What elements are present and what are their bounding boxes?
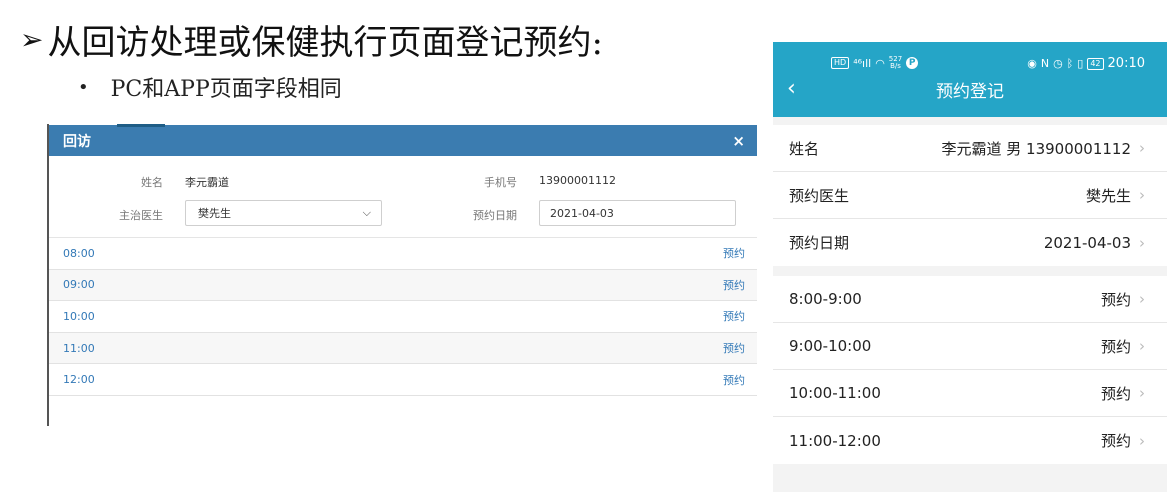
time-slot-row: 12:00 预约 (49, 364, 757, 396)
doctor-label: 主治医生 (119, 209, 163, 222)
signal-icon: ⁴⁶ıll (853, 56, 872, 70)
item-value: 樊先生 (1085, 186, 1131, 205)
doctor-select-value: 樊先生 (198, 207, 231, 220)
mobile-app-screen: HD ⁴⁶ıll ◠ 527 B/s P ◉ N ◷ ᛒ ▯ 42 20:10 … (773, 42, 1167, 492)
vibrate-icon: ▯ (1077, 57, 1084, 70)
alarm-icon: ◷ (1053, 57, 1063, 70)
wifi-icon: ◠ (875, 56, 885, 70)
list-item[interactable]: 9:00-10:00 预约 › (773, 323, 1167, 370)
close-icon[interactable]: × (732, 132, 745, 150)
back-icon[interactable]: ‹ (787, 76, 796, 101)
book-link[interactable]: 预约 (723, 308, 745, 324)
chevron-right-icon: › (1139, 186, 1145, 204)
slot-time: 8:00-9:00 (789, 290, 862, 308)
battery-icon: 42 (1087, 57, 1104, 70)
nav-bar: ‹ 预约登记 (773, 74, 1167, 104)
time-slot-row: 08:00 预约 (49, 238, 757, 270)
bullet-dot-icon: • (78, 76, 89, 98)
slot-time: 10:00 (63, 309, 95, 323)
appointment-form: 姓名 李元霸道 手机号 13900001112 主治医生 樊先生 ⌵ 预约日期 … (49, 156, 757, 238)
app-header: HD ⁴⁶ıll ◠ 527 B/s P ◉ N ◷ ᛒ ▯ 42 20:10 … (773, 42, 1167, 117)
chevron-right-icon: › (1139, 431, 1145, 450)
nav-title: 预约登记 (936, 81, 1004, 102)
book-label: 预约 (1100, 290, 1131, 309)
chevron-right-icon: › (1139, 290, 1145, 308)
slot-time: 12:00 (63, 373, 95, 387)
slot-time: 11:00-12:00 (789, 431, 881, 450)
slot-time: 10:00-11:00 (789, 384, 881, 402)
chevron-right-icon: › (1139, 384, 1145, 402)
book-link[interactable]: 预约 (723, 245, 745, 261)
appointment-info-group: 姓名 李元霸道 男 13900001112 › 预约医生 樊先生 › 预约日期 20… (773, 125, 1167, 266)
time-slot-row: 09:00 预约 (49, 269, 757, 302)
chevron-down-icon: ⌵ (362, 206, 371, 219)
chevron-right-icon: › (1139, 233, 1145, 252)
chevron-right-icon: › (1139, 337, 1145, 355)
slot-time: 9:00-10:00 (789, 337, 872, 355)
date-label: 预约日期 (473, 209, 517, 222)
pc-callback-dialog: 回访 × 姓名 李元霸道 手机号 13900001112 主治医生 樊先生 ⌵ … (47, 124, 757, 426)
time-slot-list: 08:00 预约 09:00 预约 10:00 预约 11:00 预约 12:0… (49, 238, 757, 396)
book-label: 预约 (1100, 432, 1131, 450)
book-link[interactable]: 预约 (723, 340, 745, 356)
chevron-right-icon: › (1139, 139, 1145, 157)
book-link[interactable]: 预约 (723, 372, 745, 388)
item-label: 姓名 (789, 139, 820, 158)
phone-label: 手机号 (484, 176, 517, 189)
time-slot-group: 8:00-9:00 预约 › 9:00-10:00 预约 › 10:00-11:00… (773, 276, 1167, 464)
time-slot-row: 11:00 预约 (49, 332, 757, 365)
list-item-name[interactable]: 姓名 李元霸道 男 13900001112 › (773, 125, 1167, 172)
network-speed: 527 B/s (888, 55, 903, 70)
book-label: 预约 (1100, 384, 1131, 403)
name-value: 李元霸道 (185, 176, 229, 189)
slot-time: 09:00 (63, 278, 95, 292)
date-field[interactable]: 2021-04-03 (539, 200, 736, 226)
list-item[interactable]: 8:00-9:00 预约 › (773, 276, 1167, 323)
list-item[interactable]: 10:00-11:00 预约 › (773, 370, 1167, 417)
item-value: 2021-04-03 (1043, 233, 1131, 252)
nfc-icon: N (1040, 57, 1050, 70)
slide-title-text: 从回访处理或保健执行页面登记预约: (47, 22, 603, 63)
status-time: 20:10 (1107, 56, 1145, 71)
dialog-tab-indicator (117, 124, 165, 127)
list-item-date[interactable]: 预约日期 2021-04-03 › (773, 219, 1167, 266)
slot-time: 11:00 (63, 341, 95, 355)
item-label: 预约日期 (789, 234, 850, 252)
list-item[interactable]: 11:00-12:00 预约 › (773, 417, 1167, 464)
parking-icon: P (906, 57, 919, 69)
list-item-doctor[interactable]: 预约医生 樊先生 › (773, 172, 1167, 219)
arrow-bullet-icon: ➢ (20, 22, 44, 56)
book-label: 预约 (1100, 337, 1131, 356)
doctor-select[interactable]: 樊先生 ⌵ (185, 200, 382, 226)
book-link[interactable]: 预约 (723, 277, 745, 293)
bluetooth-icon: ᛒ (1066, 57, 1074, 70)
name-label: 姓名 (141, 176, 163, 189)
eye-icon: ◉ (1027, 57, 1037, 70)
dialog-title: 回访 (63, 133, 91, 150)
slide-title: ➢ 从回访处理或保健执行页面登记预约: (20, 14, 603, 64)
slide-bullet-text: PC和APP页面字段相同 (110, 77, 342, 102)
phone-value: 13900001112 (539, 174, 616, 187)
dialog-header: 回访 × (49, 125, 757, 156)
slot-time: 08:00 (63, 246, 95, 260)
time-slot-row: 10:00 预约 (49, 301, 757, 333)
item-value: 李元霸道 男 13900001112 (941, 139, 1131, 158)
hd-icon: HD (831, 57, 850, 69)
item-label: 预约医生 (789, 186, 850, 205)
slide-bullet: • PC和APP页面字段相同 (78, 70, 342, 104)
date-field-value: 2021-04-03 (550, 206, 614, 220)
status-bar: HD ⁴⁶ıll ◠ 527 B/s P ◉ N ◷ ᛒ ▯ 42 20:10 (773, 56, 1167, 74)
